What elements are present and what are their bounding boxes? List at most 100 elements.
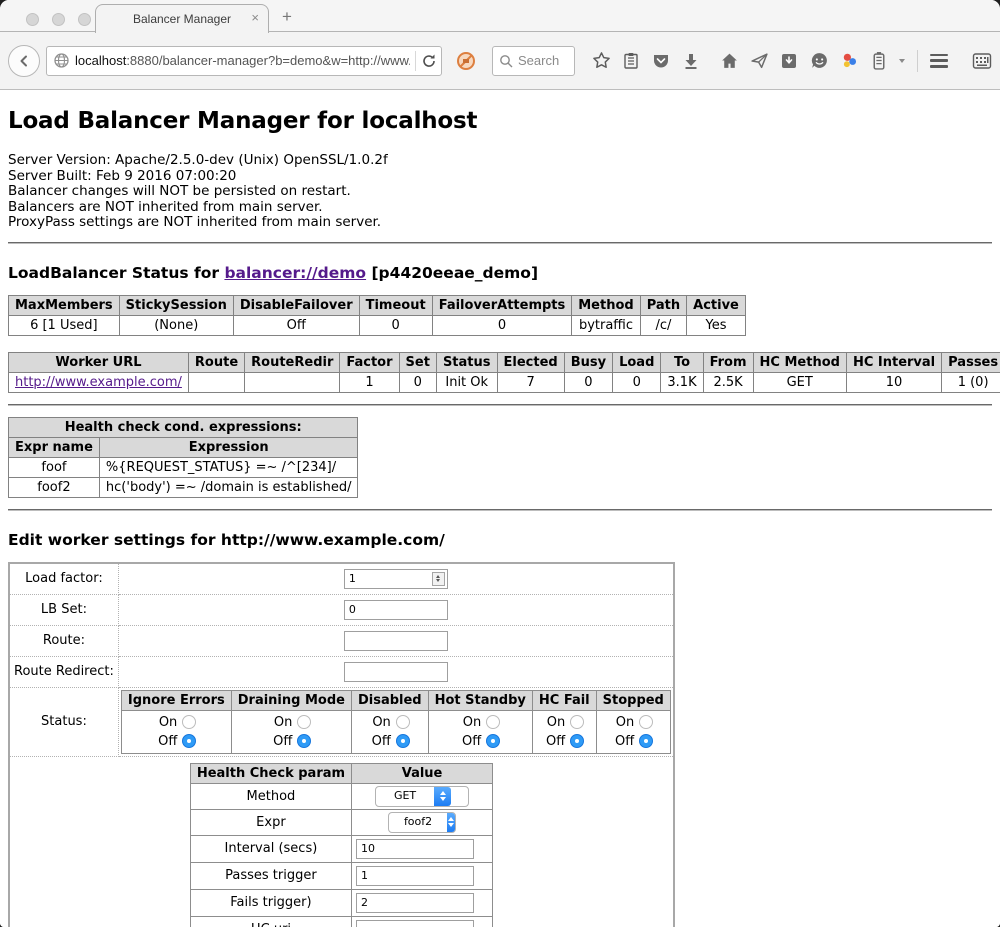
select-chevrons-icon (434, 787, 451, 806)
url-text[interactable]: localhost:8880/balancer-manager?b=demo&w… (75, 53, 410, 68)
worker-data-cell: 0 (613, 372, 661, 392)
close-window-button[interactable] (26, 13, 39, 26)
method-label: Method (190, 783, 351, 809)
hc-expressions-table: Health check cond. expressions: Expr nam… (8, 417, 358, 498)
colored-dots-extension-icon[interactable] (839, 51, 859, 71)
worker-header-cell: HC Interval (846, 352, 941, 372)
fails-trigger-input[interactable] (356, 893, 474, 913)
hc-expressions-title: Health check cond. expressions: (9, 417, 358, 437)
lb-set-label: LB Set: (9, 594, 118, 625)
worker-data-cell: 3.1K (661, 372, 703, 392)
url-bar[interactable]: localhost:8880/balancer-manager?b=demo&w… (46, 46, 442, 76)
hc-uri-label: HC uri (190, 916, 351, 927)
worker-data-cell: 0 (399, 372, 436, 392)
keyboard-grid-icon[interactable] (972, 51, 992, 71)
hc-value-header: Value (352, 763, 493, 783)
home-icon[interactable] (719, 51, 739, 71)
balancer-data-row: 6 [1 Used](None)Off00bytraffic/c/Yes (9, 315, 746, 335)
pocket-icon[interactable] (651, 51, 671, 71)
passes-trigger-input[interactable] (356, 866, 474, 886)
radio-hc-fail-off[interactable] (570, 734, 584, 748)
route-input[interactable] (344, 631, 448, 651)
radio-disabled-on[interactable] (396, 715, 410, 729)
divider (8, 242, 992, 244)
tab-close-icon[interactable]: × (251, 11, 259, 24)
window-controls[interactable] (26, 13, 91, 26)
radio-draining-mode-off[interactable] (297, 734, 311, 748)
number-stepper-icon[interactable] (432, 572, 445, 586)
bookmark-star-icon[interactable] (591, 51, 611, 71)
expr-name-cell: foof2 (9, 477, 100, 497)
battery-extension-icon[interactable] (869, 51, 889, 71)
persist-note-line: Balancer changes will NOT be persisted o… (8, 184, 992, 200)
status-cell-hc-fail: On Off (532, 710, 596, 753)
page-title: Load Balancer Manager for localhost (8, 108, 992, 134)
expr-select[interactable]: foof2 (388, 812, 456, 833)
globe-icon (53, 52, 70, 69)
status-header-cell: Hot Standby (428, 690, 532, 710)
balancer-data-cell: Yes (687, 315, 746, 335)
send-icon[interactable] (749, 51, 769, 71)
interval-input[interactable] (356, 839, 474, 859)
server-info: Server Version: Apache/2.5.0-dev (Unix) … (8, 153, 992, 231)
radio-ignore-errors-on[interactable] (182, 715, 196, 729)
adblock-icon[interactable] (456, 51, 476, 71)
search-bar[interactable]: Search (492, 46, 575, 76)
server-version-line: Server Version: Apache/2.5.0-dev (Unix) … (8, 153, 992, 169)
lb-set-input[interactable] (344, 600, 448, 620)
worker-header-cell: RouteRedir (245, 352, 340, 372)
menu-hamburger-icon[interactable] (930, 54, 948, 68)
back-button[interactable] (8, 45, 40, 77)
toolbar-separator (917, 50, 918, 72)
worker-url-link[interactable]: http://www.example.com/ (15, 375, 182, 390)
status-cell-draining-mode: On Off (231, 710, 351, 753)
new-tab-button[interactable]: + (282, 8, 292, 25)
worker-data-cell: 0 (564, 372, 612, 392)
worker-data-cell (245, 372, 340, 392)
tab-bar: Balancer Manager × + (0, 0, 1000, 32)
balancer-header-cell: Active (687, 295, 746, 315)
balancer-header-cell: MaxMembers (9, 295, 120, 315)
radio-draining-mode-on[interactable] (297, 715, 311, 729)
worker-status-table: Worker URLRouteRouteRedirFactorSetStatus… (8, 352, 1000, 393)
video-download-icon[interactable] (779, 51, 799, 71)
balancer-demo-link[interactable]: balancer://demo (224, 264, 366, 282)
worker-url-cell: http://www.example.com/ (9, 372, 189, 392)
divider (8, 509, 992, 511)
radio-disabled-off[interactable] (396, 734, 410, 748)
downloads-icon[interactable] (681, 51, 701, 71)
route-label: Route: (9, 625, 118, 656)
reload-icon[interactable] (421, 53, 437, 69)
radio-hc-fail-on[interactable] (570, 715, 584, 729)
radio-hot-standby-off[interactable] (486, 734, 500, 748)
radio-stopped-off[interactable] (639, 734, 653, 748)
worker-header-cell: Passes (942, 352, 1000, 372)
radio-stopped-on[interactable] (639, 715, 653, 729)
balancer-header-cell: Method (572, 295, 640, 315)
browser-tab[interactable]: Balancer Manager × (95, 4, 269, 33)
zoom-window-button[interactable] (78, 13, 91, 26)
overflow-caret-icon[interactable] (899, 59, 905, 66)
status-cell-stopped: On Off (596, 710, 670, 753)
radio-hot-standby-on[interactable] (486, 715, 500, 729)
balancer-header-cell: Path (640, 295, 686, 315)
worker-header-cell: To (661, 352, 703, 372)
minimize-window-button[interactable] (52, 13, 65, 26)
radio-ignore-errors-off[interactable] (182, 734, 196, 748)
status-table: Ignore ErrorsDraining ModeDisabledHot St… (121, 690, 671, 754)
sidebar-clipboard-icon[interactable] (621, 51, 641, 71)
hc-uri-input[interactable] (356, 920, 474, 927)
balancer-data-cell: 0 (432, 315, 572, 335)
page-content: Load Balancer Manager for localhost Serv… (0, 90, 1000, 927)
url-separator (415, 51, 416, 71)
route-redirect-input[interactable] (344, 662, 448, 682)
worker-data-cell: GET (753, 372, 846, 392)
method-select[interactable]: GET (375, 786, 469, 807)
status-header-cell: Stopped (596, 690, 670, 710)
balancer-status-table: MaxMembersStickySessionDisableFailoverTi… (8, 295, 746, 336)
edit-worker-heading: Edit worker settings for http://www.exam… (8, 531, 992, 549)
balancer-data-cell: 0 (359, 315, 432, 335)
expr-name-cell: foof (9, 457, 100, 477)
status-radio-row: On Off On Off On Off (121, 710, 670, 753)
chat-smiley-icon[interactable] (809, 51, 829, 71)
